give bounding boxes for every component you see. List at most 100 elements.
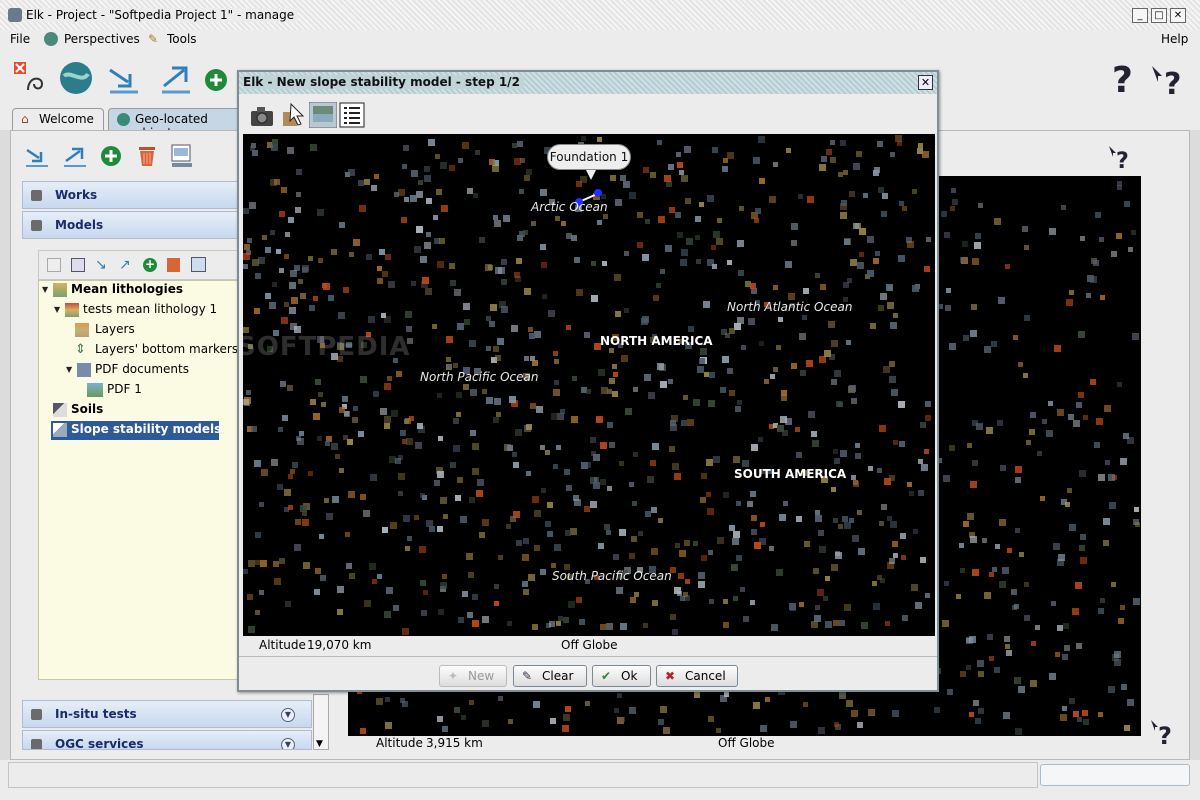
label-north-atlantic-ocean: North Atlantic Ocean [727,300,853,314]
expand-all-icon[interactable] [71,258,85,272]
menu-bar: File Perspectives ✎ Tools Help [0,30,1200,50]
ok-button-label: Ok [621,669,638,683]
callout-pointer [586,170,596,180]
svg-text:?: ? [1116,149,1129,170]
expand-caret[interactable]: ▼ [54,305,60,314]
tree-item-pdf-documents[interactable]: PDF documents [95,362,189,376]
window-title-bar: Elk - Project - "Softpedia Project 1" - … [0,0,1200,30]
delete-icon[interactable] [136,144,158,168]
app-icon [8,8,22,22]
accordion-insitu-label: In-situ tests [55,707,137,721]
close-icon[interactable]: ✕ [1170,8,1186,23]
tree-item-tests-mean-lithology[interactable]: tests mean lithology 1 [83,302,217,316]
maximize-icon[interactable]: □ [1151,8,1167,23]
globe-icon[interactable] [58,60,94,96]
altitude-label: Altitude [259,638,306,652]
label-arctic-ocean: Arctic Ocean [531,200,608,214]
help-icon[interactable]: ? [1112,60,1133,101]
context-help-icon[interactable]: ? [1150,718,1176,748]
close-icon[interactable]: ✕ [918,75,933,90]
export-icon[interactable] [158,60,194,96]
home-icon: ⌂ [21,112,29,126]
accordion-works-label: Works [55,188,98,202]
context-help-icon[interactable]: ? [1108,144,1132,170]
close-project-icon[interactable] [12,60,48,96]
add-icon[interactable] [204,68,228,92]
accordion-ogc-services[interactable]: OGC services ▼ [22,730,312,750]
cancel-button[interactable]: ✖ Cancel [656,665,738,687]
slope-icon [53,423,67,437]
collapse-all-icon[interactable] [47,258,61,272]
chevron-down-icon[interactable]: ▼ [281,708,295,722]
new-button-label: New [468,669,495,683]
import-icon[interactable]: ↘ [95,257,107,273]
context-help-icon[interactable]: ? [1150,62,1186,98]
menu-file[interactable]: File [10,32,30,46]
camera-icon[interactable] [249,104,275,128]
tree-item-mean-lithologies[interactable]: Mean lithologies [71,282,183,296]
lithology-icon [53,283,67,297]
pointer-icon[interactable] [281,102,307,128]
export-icon[interactable]: ↗ [119,257,131,273]
label-north-america: NORTH AMERICA [600,334,713,348]
properties-icon[interactable] [170,143,194,169]
menu-tools[interactable]: Tools [167,32,197,46]
dialog-globe-map[interactable]: SOFTPEDIA Foundation 1 Arctic Ocean Nort… [243,134,935,636]
globe-status: Off Globe [561,638,618,652]
menu-help[interactable]: Help [1161,32,1188,46]
import-icon[interactable] [24,144,50,168]
export-icon[interactable] [62,144,88,168]
delete-icon[interactable] [167,258,180,272]
list-icon[interactable] [339,102,365,128]
accordion-ogc-label: OGC services [55,737,144,750]
bullet-icon [31,739,42,749]
scroll-down-icon[interactable]: ▼ [316,739,323,749]
properties-icon[interactable] [191,257,206,272]
clear-icon: ✎ [522,669,533,683]
tools-icon: ✎ [148,32,159,46]
altitude-value: 19,070 km [307,638,372,652]
cancel-button-label: Cancel [685,669,726,683]
import-icon[interactable] [106,60,142,96]
minimize-icon[interactable]: _ [1132,8,1148,23]
dialog-title: Elk - New slope stability model - step 1… [243,75,524,89]
background-map-status: Altitude 3,915 km Off Globe [348,736,1141,752]
add-icon[interactable] [100,145,122,167]
window-title: Elk - Project - "Softpedia Project 1" - … [26,8,299,22]
globe-status: Off Globe [718,736,775,750]
lithology-icon [65,303,79,317]
tab-geo-located-objects[interactable]: Geo-located objects [108,108,242,130]
tab-geo-label: Geo-located objects [135,112,208,130]
label-south-pacific-ocean: South Pacific Ocean [552,569,672,583]
tree-item-slope-stability-models[interactable]: Slope stability models [71,422,221,436]
tab-welcome[interactable]: ⌂ Welcome [12,108,104,130]
accordion-insitu-tests[interactable]: In-situ tests ▼ [22,700,312,728]
tree-item-layers[interactable]: Layers [95,322,135,336]
tab-welcome-label: Welcome [39,112,94,126]
new-button[interactable]: ✦ New [439,665,507,687]
foundation-callout[interactable]: Foundation 1 [547,144,631,170]
tree-item-bottom-markers[interactable]: Layers' bottom markers [95,342,238,356]
ok-button[interactable]: ✔ Ok [592,665,651,687]
clear-button-label: Clear [542,669,574,683]
markers-icon: ⇕ [75,342,86,357]
map-view-icon[interactable] [309,102,337,128]
menu-perspectives[interactable]: Perspectives [64,32,140,46]
status-bar [0,760,1200,800]
tree-item-soils[interactable]: Soils [71,402,103,416]
softpedia-watermark: SOFTPEDIA [243,332,411,362]
new-icon: ✦ [448,669,459,683]
cancel-icon: ✖ [665,669,676,683]
perspectives-icon [44,32,58,46]
new-slope-model-dialog: Elk - New slope stability model - step 1… [237,70,939,692]
clear-button[interactable]: ✎ Clear [513,665,587,687]
sidebar-scrollbar[interactable]: ▼ [313,694,329,750]
add-icon[interactable]: + [143,258,157,272]
chevron-down-icon[interactable]: ▼ [281,738,295,749]
expand-caret[interactable]: ▼ [66,365,72,374]
tree-item-pdf1[interactable]: PDF 1 [107,382,142,396]
bullet-icon [31,190,42,201]
expand-caret[interactable]: ▼ [42,285,48,294]
altitude-value: 3,915 km [426,736,483,750]
bullet-icon [31,709,42,720]
